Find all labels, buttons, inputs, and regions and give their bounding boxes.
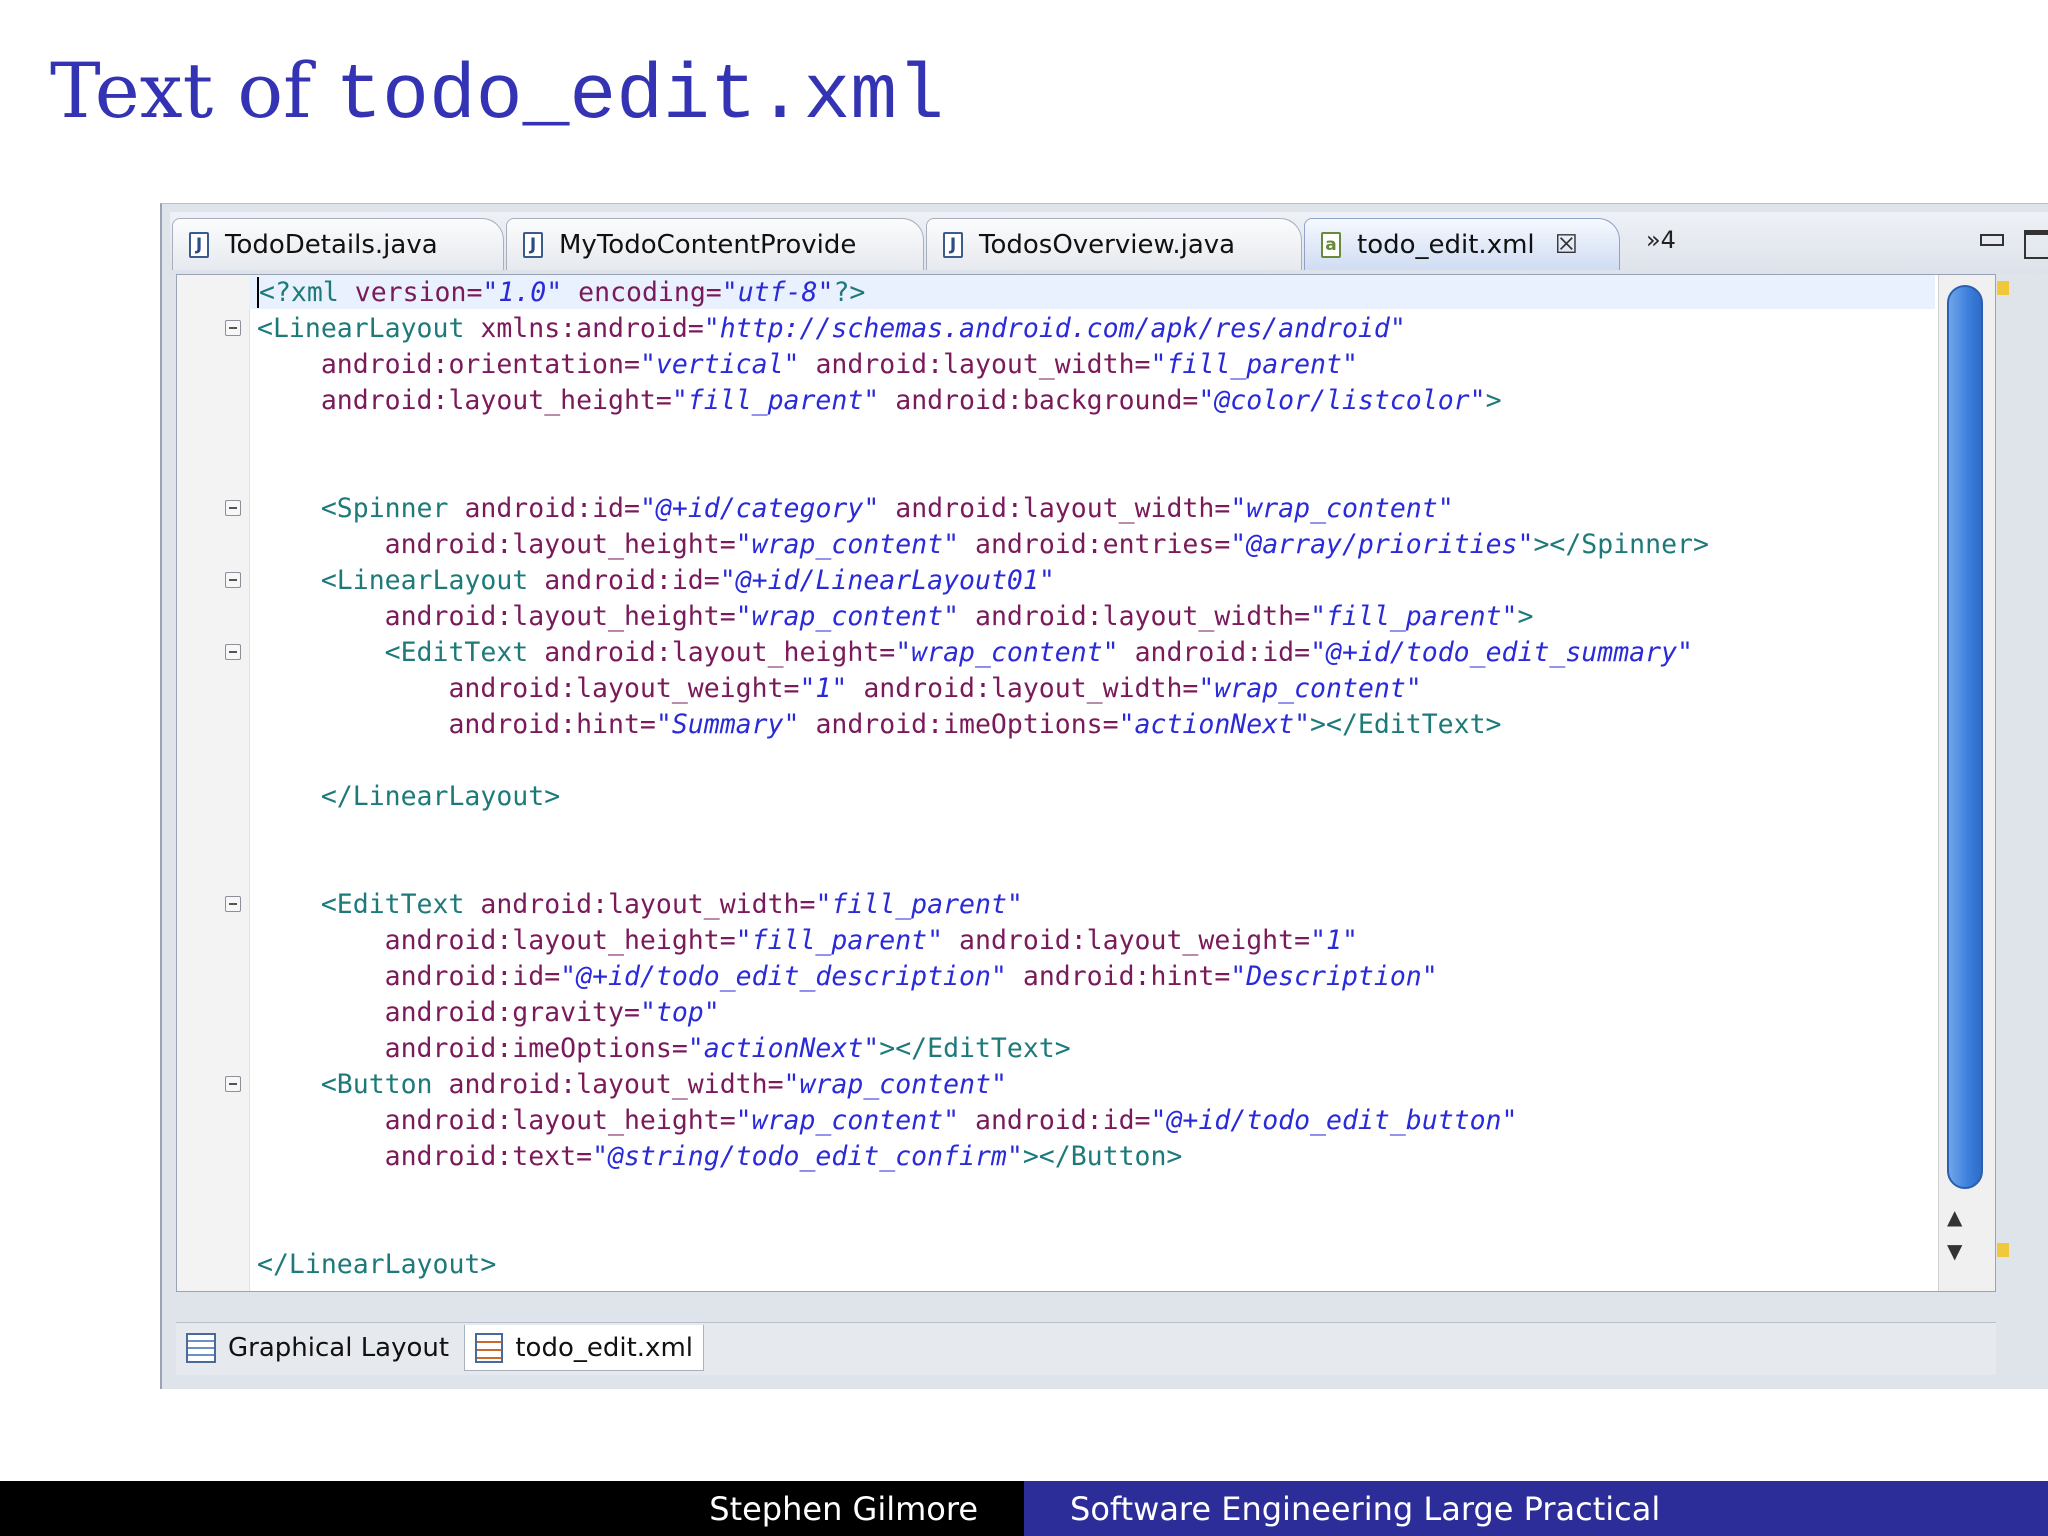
scrollbar-thumb[interactable] — [1947, 285, 1983, 1189]
code-line: android:gravity="top" — [384, 997, 720, 1028]
xml-source-icon — [475, 1332, 504, 1363]
maximize-icon[interactable] — [2024, 230, 2048, 259]
fold-toggle-icon[interactable] — [225, 1076, 241, 1092]
code-line: android:text="@string/todo_edit_confirm"… — [384, 1141, 1183, 1172]
xml-source-editor[interactable]: <?xml version="1.0" encoding="utf-8"?> <L… — [176, 274, 2009, 1292]
scroll-down-icon[interactable]: ▼ — [1947, 1239, 1962, 1263]
minimize-icon[interactable] — [1980, 234, 2004, 246]
code-text[interactable]: <?xml version="1.0" encoding="utf-8"?> <L… — [257, 275, 1709, 1283]
overview-ruler-marker[interactable] — [1997, 281, 2009, 295]
ide-window: J TodoDetails.java J MyTodoContentProvid… — [160, 203, 2048, 1389]
footer-course: Software Engineering Large Practical — [1024, 1481, 2048, 1536]
xml-file-icon: a — [1321, 231, 1341, 258]
code-line: android:id="@+id/todo_edit_description" … — [384, 961, 1438, 992]
code-line: android:hint="Summary" android:imeOption… — [448, 709, 1502, 740]
tab-xml-source[interactable]: todo_edit.xml — [464, 1325, 704, 1371]
code-line: </LinearLayout> — [320, 781, 561, 812]
code-line: <?xml version="1.0" encoding="utf-8"?> — [257, 277, 866, 308]
tab-todos-overview[interactable]: J TodosOverview.java — [926, 218, 1302, 270]
java-file-icon: J — [943, 231, 963, 258]
slide-footer: Stephen Gilmore Software Engineering Lar… — [0, 1481, 2048, 1536]
window-controls — [1980, 230, 2048, 259]
fold-toggle-icon[interactable] — [225, 572, 241, 588]
code-line: android:layout_height="fill_parent" andr… — [384, 925, 1358, 956]
code-line: android:layout_height="wrap_content" and… — [384, 601, 1534, 632]
tab-overflow-button[interactable]: »4 — [1646, 226, 1676, 254]
slide-title-file: todo_edit.xml — [335, 53, 944, 141]
code-line: android:layout_height="fill_parent" andr… — [320, 385, 1502, 416]
editor-mode-tabs: Graphical Layout todo_edit.xml — [176, 1322, 1996, 1375]
tab-todo-edit-xml[interactable]: a todo_edit.xml ☒ — [1304, 218, 1620, 270]
code-line: <EditText android:layout_width="fill_par… — [320, 889, 1023, 920]
tab-my-todo-content-provider[interactable]: J MyTodoContentProvide — [506, 218, 924, 270]
tab-label: todo_edit.xml — [1357, 229, 1535, 260]
tab-label: Graphical Layout — [228, 1333, 450, 1363]
fold-toggle-icon[interactable] — [225, 500, 241, 516]
tab-label: TodosOverview.java — [979, 229, 1236, 260]
fold-toggle-icon[interactable] — [225, 644, 241, 660]
code-line: android:imeOptions="actionNext"></EditTe… — [384, 1033, 1071, 1064]
layout-icon — [186, 1333, 216, 1363]
code-line: android:layout_height="wrap_content" and… — [384, 1105, 1518, 1136]
java-file-icon: J — [189, 231, 209, 258]
overview-ruler-marker[interactable] — [1997, 1243, 2009, 1257]
tab-label: TodoDetails.java — [225, 229, 438, 260]
fold-toggle-icon[interactable] — [225, 896, 241, 912]
code-line: <LinearLayout android:id="@+id/LinearLay… — [320, 565, 1055, 596]
code-line: <LinearLayout xmlns:android="http://sche… — [257, 313, 1406, 344]
editor-tab-bar: J TodoDetails.java J MyTodoContentProvid… — [170, 212, 2048, 274]
vertical-scrollbar[interactable]: ▲ ▼ — [1938, 275, 2009, 1291]
tab-label: todo_edit.xml — [515, 1332, 693, 1363]
footer-author: Stephen Gilmore — [0, 1481, 1024, 1536]
java-file-icon: J — [523, 231, 543, 258]
slide-title-prefix: Text of — [50, 46, 336, 135]
code-line: android:orientation="vertical" android:l… — [320, 349, 1358, 380]
fold-toggle-icon[interactable] — [225, 320, 241, 336]
code-line: <Button android:layout_width="wrap_conte… — [320, 1069, 1007, 1100]
tab-label: MyTodoContentProvide — [559, 229, 857, 260]
tab-graphical-layout[interactable]: Graphical Layout — [176, 1325, 460, 1371]
code-line: </LinearLayout> — [257, 1249, 497, 1280]
code-line: android:layout_weight="1" android:layout… — [448, 673, 1422, 704]
editor-gutter — [177, 275, 250, 1291]
code-line: <EditText android:layout_height="wrap_co… — [384, 637, 1693, 668]
close-icon[interactable]: ☒ — [1555, 230, 1578, 260]
tab-todo-details[interactable]: J TodoDetails.java — [172, 218, 504, 270]
code-line: <Spinner android:id="@+id/category" andr… — [320, 493, 1454, 524]
slide-title: Text of todo_edit.xml — [50, 46, 944, 141]
scroll-up-icon[interactable]: ▲ — [1947, 1205, 1962, 1229]
code-line: android:layout_height="wrap_content" and… — [384, 529, 1709, 560]
